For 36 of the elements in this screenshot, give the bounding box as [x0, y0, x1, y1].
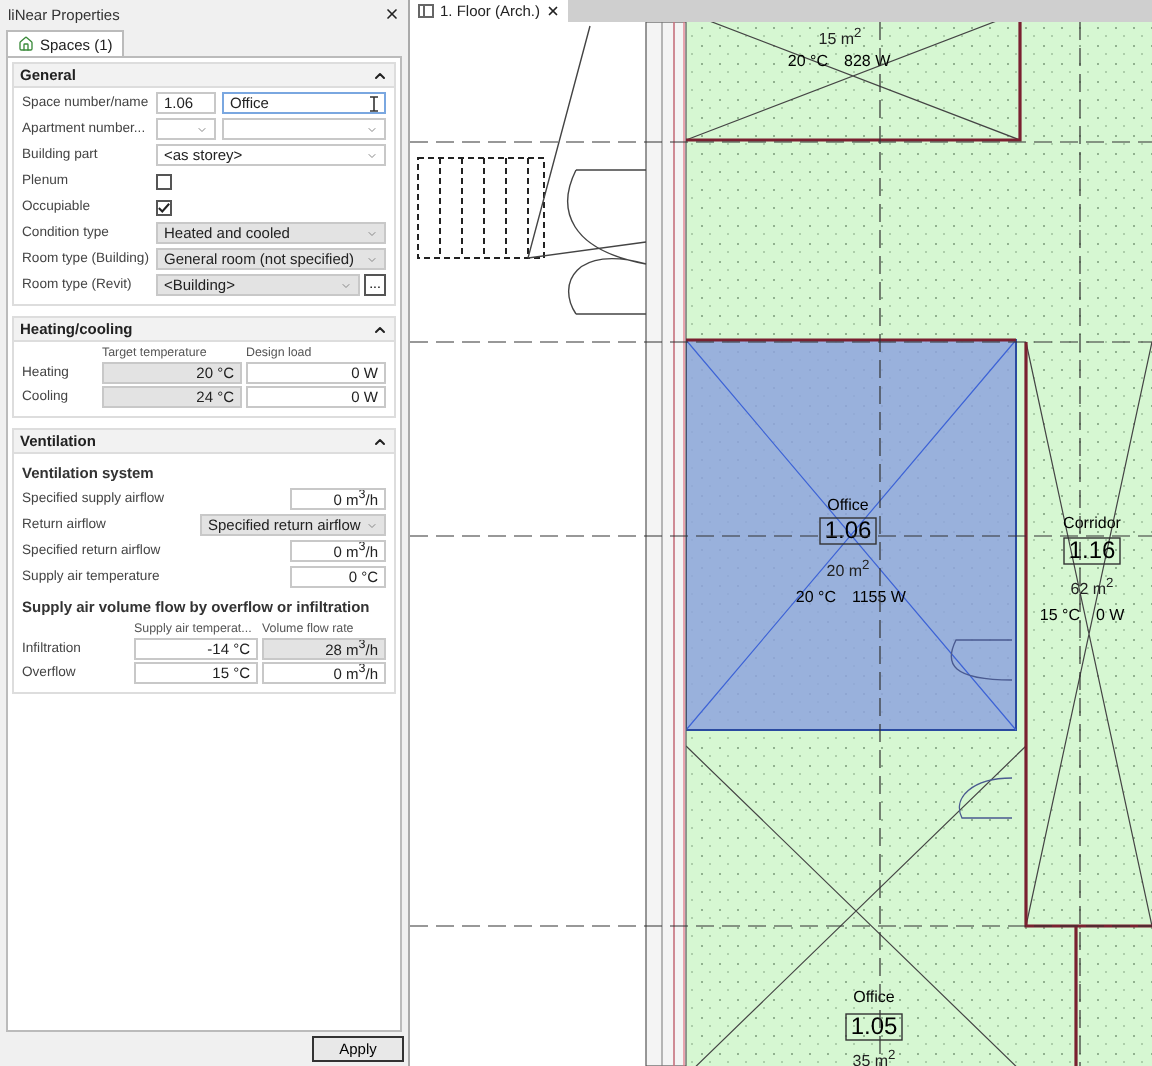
collapse-icon: [372, 433, 388, 449]
room-name: Corridor: [1063, 514, 1121, 532]
room-number: 1.05: [845, 1012, 903, 1041]
room-area[interactable]: [685, 339, 1017, 731]
room-area-value: 62 m$^{2}$: [1068, 574, 1116, 598]
chevron-down-icon: [366, 123, 378, 135]
room-area[interactable]: [1025, 341, 1152, 927]
text-cursor-icon: [370, 95, 378, 111]
room-number: 1.06: [819, 516, 877, 545]
room-name: Office: [853, 988, 895, 1006]
chevron-down-icon: [366, 519, 378, 531]
collapse-icon: [372, 321, 388, 337]
stair-drawing: [417, 157, 545, 259]
room-load: 1155 W: [852, 588, 906, 606]
chevron-down-icon: [366, 149, 378, 161]
collapse-icon: [372, 67, 388, 83]
checkbox[interactable]: [156, 173, 172, 189]
view-icon: [418, 4, 434, 18]
room-name: Office: [827, 496, 869, 514]
room-area-value: 15 m$^{2}$: [816, 24, 864, 48]
close-icon[interactable]: [384, 6, 400, 22]
room-load: 828 W: [844, 52, 891, 70]
room-temperature: 20 °C: [795, 588, 836, 606]
close-icon[interactable]: [546, 4, 561, 18]
room-area[interactable]: [685, 22, 1021, 141]
chevron-down-icon: [196, 123, 208, 135]
room-area-value: 35 m$^{2}$: [850, 1046, 898, 1066]
chevron-down-icon: [366, 253, 378, 265]
checkbox[interactable]: [156, 199, 172, 215]
chevron-down-icon: [366, 227, 378, 239]
chevron-down-icon: [340, 279, 352, 291]
room-load: 0 W: [1096, 606, 1125, 624]
house-icon: [18, 36, 34, 52]
room-temperature: 15 °C: [1039, 606, 1080, 624]
room-area-value: 20 m$^{2}$: [824, 556, 872, 580]
room-number: 1.16: [1063, 536, 1121, 565]
